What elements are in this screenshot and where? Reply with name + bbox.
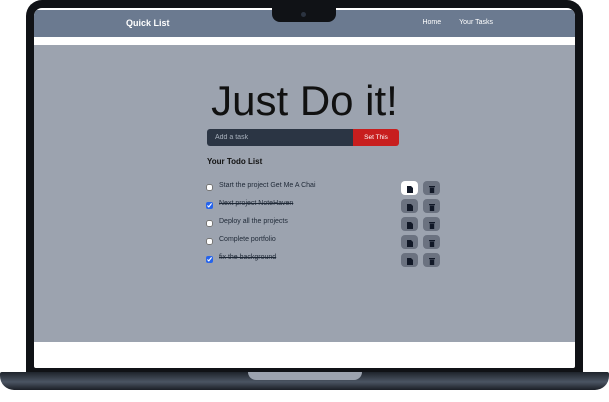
edit-icon [406,235,413,250]
todo-item: fix the background [206,253,440,267]
todo-checkbox[interactable] [206,238,213,245]
trash-icon [428,181,435,196]
hero-title: Just Do it! [211,77,398,124]
todo-checkbox[interactable] [206,256,213,263]
laptop-bezel: Quick List Home Your Tasks Just Do it! S… [26,0,583,374]
delete-button[interactable] [423,235,440,249]
laptop-hinge-groove [248,372,362,380]
trash-icon [428,199,435,214]
camera-icon [301,12,306,17]
todo-checkbox[interactable] [206,184,213,191]
camera-notch [272,8,336,22]
todo-checkbox[interactable] [206,202,213,209]
trash-icon [428,253,435,268]
delete-button[interactable] [423,217,440,231]
delete-button[interactable] [423,181,440,195]
todo-item: Deploy all the projects [206,217,440,231]
nav-links: Home Your Tasks [422,19,493,26]
laptop-screen: Quick List Home Your Tasks Just Do it! S… [34,8,575,368]
todo-list-title: Your Todo List [207,157,263,166]
edit-icon [406,217,413,232]
add-task-form: Set This [207,129,399,146]
navbar-brand[interactable]: Quick List [126,18,170,28]
task-input[interactable] [207,129,353,146]
todo-item: Complete portfolio [206,235,440,249]
edit-button[interactable] [401,217,418,231]
edit-icon [406,253,413,268]
edit-icon [406,199,413,214]
todo-text: Start the project Get Me A Chai [219,182,316,189]
trash-icon [428,217,435,232]
todo-item: Next project NoteHaven [206,199,440,213]
todo-text: Next project NoteHaven [219,200,294,207]
main-content: Just Do it! Set This Your Todo List Star… [34,45,575,342]
delete-button[interactable] [423,253,440,267]
nav-link-your-tasks[interactable]: Your Tasks [459,19,493,26]
laptop-base [0,372,609,390]
trash-icon [428,235,435,250]
todo-item: Start the project Get Me A Chai [206,181,440,195]
nav-link-home[interactable]: Home [422,19,441,26]
todo-text: fix the background [219,254,277,261]
todo-checkbox[interactable] [206,220,213,227]
edit-icon [406,181,413,196]
delete-button[interactable] [423,199,440,213]
edit-button[interactable] [401,199,418,213]
edit-button[interactable] [401,253,418,267]
edit-button[interactable] [401,181,418,195]
todo-text: Complete portfolio [219,236,276,243]
save-task-button[interactable]: Set This [353,129,399,146]
todo-text: Deploy all the projects [219,218,288,225]
edit-button[interactable] [401,235,418,249]
